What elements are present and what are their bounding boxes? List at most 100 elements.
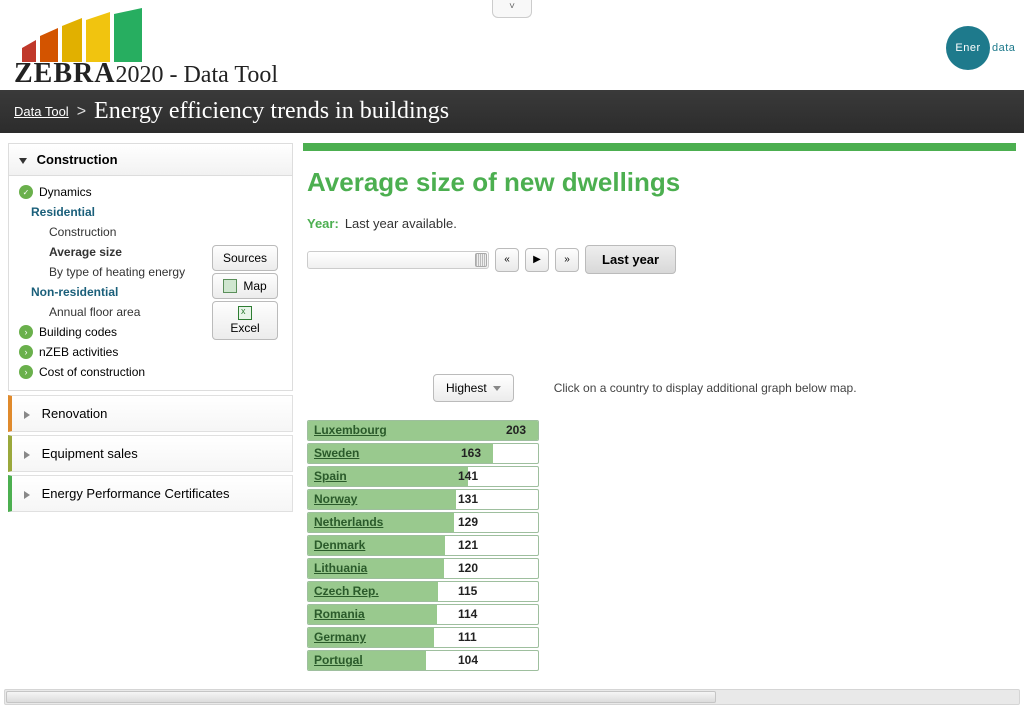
bar-row[interactable]: Portugal 104 [307, 650, 539, 671]
bar-value: 141 [458, 469, 478, 483]
country-link[interactable]: Norway [314, 492, 357, 506]
brand-year: 2020 [115, 62, 163, 88]
country-link[interactable]: Germany [314, 630, 366, 644]
bar-value: 104 [458, 653, 478, 667]
sources-button[interactable]: Sources [212, 245, 278, 271]
nav-average-size-label: Average size [49, 245, 122, 259]
nav-annual-floor-label: Annual floor area [49, 305, 140, 319]
nav-cost[interactable]: Cost of construction [9, 362, 292, 382]
scrollbar-thumb[interactable] [6, 691, 716, 703]
caret-down-icon [19, 158, 27, 164]
nav-heating-label: By type of heating energy [49, 265, 185, 279]
nav-nzeb[interactable]: nZEB activities [9, 342, 292, 362]
forward-button[interactable]: » [555, 248, 579, 272]
bar-value: 163 [461, 446, 481, 460]
sort-dropdown[interactable]: Highest [433, 374, 514, 402]
bar-value: 114 [458, 607, 477, 621]
last-year-label: Last year [602, 252, 659, 267]
country-link[interactable]: Portugal [314, 653, 363, 667]
site-title: ZEBRA2020 - Data Tool [14, 58, 278, 90]
bar-value: 120 [458, 561, 478, 575]
nav-section-residential: Residential [9, 202, 292, 222]
map-button[interactable]: Map [212, 273, 278, 299]
country-link[interactable]: Romania [314, 607, 365, 621]
bar-row[interactable]: Luxembourg 203 [307, 420, 539, 441]
panel-renovation-label: Renovation [42, 406, 108, 421]
bar-row[interactable]: Sweden 163 [307, 443, 539, 464]
nav-nonres-label: Non-residential [31, 285, 118, 299]
country-link[interactable]: Lithuania [314, 561, 367, 575]
country-link[interactable]: Netherlands [314, 515, 383, 529]
year-description: Last year available. [345, 216, 457, 231]
excel-button[interactable]: Excel [212, 301, 278, 340]
country-link[interactable]: Spain [314, 469, 347, 483]
brand-name: ZEBRA [14, 58, 115, 89]
bar-value: 203 [506, 423, 526, 437]
country-link[interactable]: Sweden [314, 446, 359, 460]
bar-row[interactable]: Spain 141 [307, 466, 539, 487]
country-link[interactable]: Czech Rep. [314, 584, 379, 598]
bar-row[interactable]: Denmark 121 [307, 535, 539, 556]
nav-building-codes-label: Building codes [39, 325, 117, 339]
caret-right-icon [24, 491, 30, 499]
panel-renovation[interactable]: Renovation [8, 395, 293, 432]
year-controls: Year: Last year available. « ▶ » Last ye… [307, 216, 1016, 274]
slider-handle-icon[interactable] [475, 253, 487, 267]
chevron-down-icon [493, 386, 501, 391]
chevron-right-icon [19, 345, 33, 359]
content-area: Average size of new dwellings Year: Last… [303, 143, 1016, 673]
country-link[interactable]: Denmark [314, 538, 365, 552]
bar-row[interactable]: Lithuania 120 [307, 558, 539, 579]
year-label: Year: [307, 216, 339, 231]
panel-epc-label: Energy Performance Certificates [42, 486, 230, 501]
accent-stripe [303, 143, 1016, 151]
country-bar-chart: Luxembourg203Sweden163Spain141Norway131N… [307, 420, 1016, 671]
sources-button-label: Sources [223, 251, 267, 265]
breadcrumb-root-link[interactable]: Data Tool [14, 104, 69, 119]
export-buttons: Sources Map Excel [212, 245, 278, 340]
breadcrumb-title: Energy efficiency trends in buildings [94, 98, 449, 125]
check-icon [19, 185, 33, 199]
panel-equipment[interactable]: Equipment sales [8, 435, 293, 472]
horizontal-scrollbar[interactable] [4, 689, 1020, 705]
panel-construction-header[interactable]: Construction [9, 144, 292, 176]
bar-row[interactable]: Norway 131 [307, 489, 539, 510]
nav-dynamics-label: Dynamics [39, 185, 92, 199]
breadcrumb-bar: Data Tool > Energy efficiency trends in … [0, 90, 1024, 133]
nav-construction-label: Construction [49, 225, 116, 239]
page-title: Average size of new dwellings [307, 167, 1016, 198]
bar-value: 121 [458, 538, 478, 552]
chevron-right-icon [19, 365, 33, 379]
nav-dynamics[interactable]: Dynamics [9, 182, 292, 202]
nav-construction[interactable]: Construction [9, 222, 292, 242]
bar-row[interactable]: Germany 111 [307, 627, 539, 648]
bar-value: 131 [458, 492, 478, 506]
play-button[interactable]: ▶ [525, 248, 549, 272]
bar-row[interactable]: Netherlands129 [307, 512, 539, 533]
brand-suffix: - Data Tool [163, 62, 278, 88]
enerdata-suffix: data [992, 42, 1015, 54]
nav-residential-label: Residential [31, 205, 95, 219]
year-slider[interactable] [307, 251, 489, 269]
top-panel-toggle[interactable]: ˅ [492, 0, 532, 18]
bar-row[interactable]: Romania 114 [307, 604, 539, 625]
enerdata-logo: Ener data [946, 26, 990, 70]
country-link[interactable]: Luxembourg [314, 423, 387, 437]
excel-button-label: Excel [230, 321, 259, 335]
caret-right-icon [24, 451, 30, 459]
excel-icon [238, 306, 252, 320]
bar-value: 111 [458, 630, 477, 644]
chart-hint: Click on a country to display additional… [554, 381, 857, 395]
panel-epc[interactable]: Energy Performance Certificates [8, 475, 293, 512]
rewind-button[interactable]: « [495, 248, 519, 272]
breadcrumb-separator: > [77, 103, 86, 121]
nav-nzeb-label: nZEB activities [39, 345, 118, 359]
caret-right-icon [24, 411, 30, 419]
panel-equipment-label: Equipment sales [42, 446, 138, 461]
sort-label: Highest [446, 381, 487, 395]
map-button-label: Map [243, 279, 266, 293]
bar-row[interactable]: Czech Rep.115 [307, 581, 539, 602]
nav-cost-label: Cost of construction [39, 365, 145, 379]
last-year-button[interactable]: Last year [585, 245, 676, 274]
map-icon [223, 279, 237, 293]
